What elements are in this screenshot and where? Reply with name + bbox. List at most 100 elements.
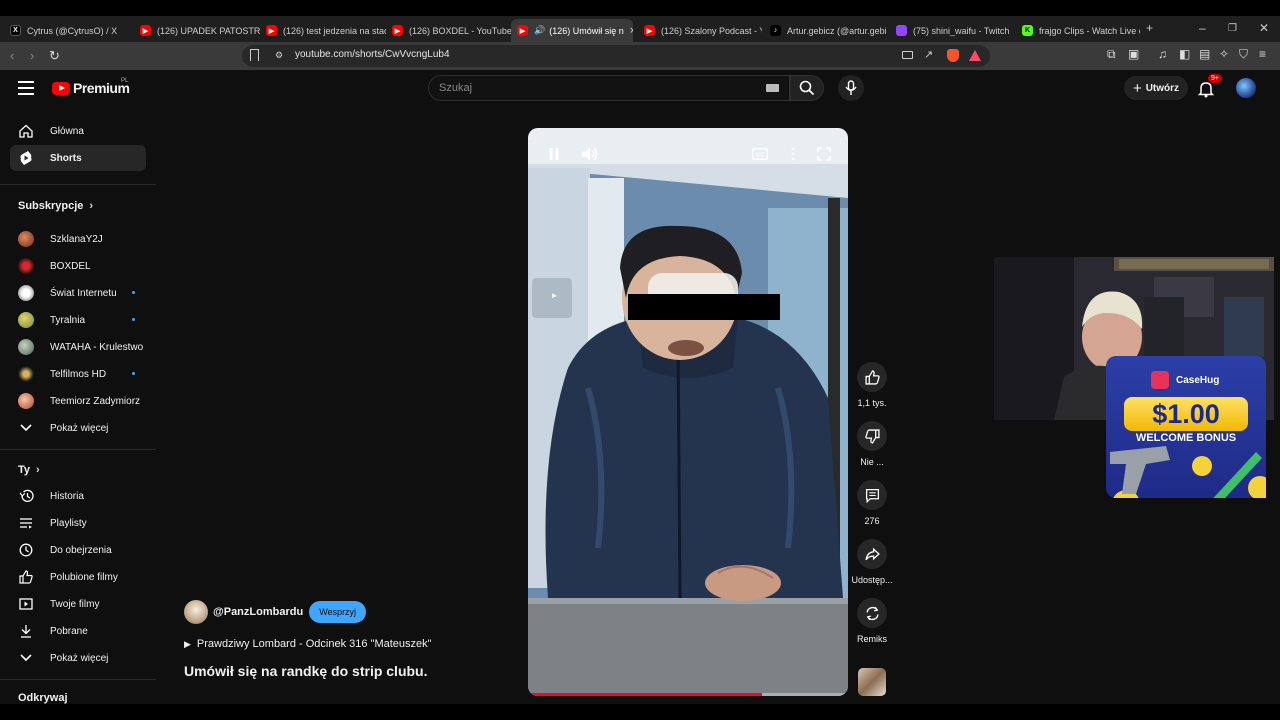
- minimize-icon[interactable]: –: [1199, 21, 1206, 35]
- screenshot-icon[interactable]: ▣: [1128, 47, 1139, 61]
- sidebar-item-playlists[interactable]: Playlisty: [10, 510, 146, 536]
- close-tab-icon[interactable]: ×: [624, 25, 633, 37]
- captions-button[interactable]: CC: [747, 141, 773, 167]
- tab-title: Cytrus (@CytrusO) / X: [27, 25, 118, 36]
- tab-kick[interactable]: K frajgo Clips - Watch Live o: [1016, 19, 1140, 42]
- create-button[interactable]: + Utwórz: [1124, 76, 1188, 100]
- volume-button[interactable]: [577, 141, 603, 167]
- site-info-icon[interactable]: ⚙: [275, 50, 283, 61]
- progress-bar[interactable]: [528, 693, 848, 696]
- youtube-icon: ▶: [266, 25, 277, 36]
- brave-rewards-icon[interactable]: [969, 50, 981, 61]
- keyboard-icon[interactable]: [766, 84, 779, 92]
- plus-icon: +: [1132, 79, 1142, 97]
- tab-tiktok[interactable]: ♪ Artur.gebicz (@artur.gebi: [764, 19, 888, 42]
- remix-label: Remiks: [856, 634, 887, 644]
- sidebar-item-show-more[interactable]: Pokaż więcej: [10, 415, 146, 441]
- dislike-button[interactable]: Nie ...: [844, 421, 900, 467]
- remix-button[interactable]: Remiks: [844, 598, 900, 644]
- support-button[interactable]: Wesprzyj: [309, 601, 367, 623]
- sidebar-icon[interactable]: ◧: [1179, 47, 1190, 61]
- share-button[interactable]: Udostęp...: [844, 539, 900, 585]
- tab-youtube-4[interactable]: ▶ (126) Szalony Podcast - Yo: [638, 19, 762, 42]
- close-window-icon[interactable]: ✕: [1259, 21, 1269, 35]
- subscriptions-header[interactable]: Subskrypcje ›: [18, 200, 93, 212]
- tab-x[interactable]: X Cytrus (@CytrusO) / X: [4, 19, 132, 42]
- sidebar-item-liked-videos[interactable]: Polubione filmy: [10, 564, 146, 590]
- wallet-icon[interactable]: ▤: [1199, 47, 1210, 61]
- remix-icon: [857, 598, 887, 628]
- sidebar-item-watch-later[interactable]: Do obejrzenia: [10, 537, 146, 563]
- new-tab-icon[interactable]: +: [1146, 21, 1153, 35]
- promo-brand-name: CaseHug: [1176, 374, 1220, 386]
- you-header[interactable]: Ty ›: [18, 464, 40, 476]
- casehug-logo-icon: [1151, 371, 1169, 389]
- forward-icon[interactable]: ›: [30, 48, 34, 63]
- youtube-logo[interactable]: Premium: [52, 80, 130, 96]
- avatar[interactable]: [1236, 78, 1256, 98]
- maximize-icon[interactable]: ❐: [1228, 23, 1237, 34]
- sidebar-item-label: Pokaż więcej: [50, 652, 109, 664]
- sidebar-item-shorts[interactable]: Shorts: [10, 145, 146, 171]
- address-bar[interactable]: ⚙ youtube.com/shorts/CwVvcngLub4 ↗: [242, 45, 990, 67]
- comments-button[interactable]: 276: [844, 480, 900, 526]
- more-options-button[interactable]: [780, 141, 806, 167]
- reload-icon[interactable]: ↻: [49, 48, 60, 64]
- url-text[interactable]: youtube.com/shorts/CwVvcngLub4: [295, 49, 450, 60]
- sidebar-item-home[interactable]: Główna: [10, 118, 146, 144]
- share-icon[interactable]: ↗: [924, 48, 933, 61]
- sidebar-item-subscription[interactable]: Świat Internetu: [10, 280, 146, 306]
- share-label: Udostęp...: [851, 575, 893, 585]
- sidebar-item-subscription[interactable]: SzklanaY2J: [10, 226, 146, 252]
- tab-youtube-3[interactable]: ▶ (126) BOXDEL - YouTube: [386, 19, 512, 42]
- browser-menu-icon[interactable]: ≡: [1259, 47, 1266, 61]
- sidebar-item-label: Główna: [50, 125, 84, 137]
- menu-icon[interactable]: [18, 81, 34, 95]
- chevron-down-icon: [18, 650, 34, 666]
- vpn-icon[interactable]: ⛉: [1239, 47, 1248, 62]
- sidebar-item-your-videos[interactable]: Twoje filmy: [10, 591, 146, 617]
- tab-youtube-1[interactable]: ▶ (126) UPADEK PATOSTREA: [134, 19, 260, 42]
- playlist-link[interactable]: ▶ Prawdziwy Lombard - Odcinek 316 "Mateu…: [184, 638, 432, 650]
- back-icon[interactable]: ‹: [10, 48, 14, 63]
- create-label: Utwórz: [1145, 82, 1180, 94]
- search-button[interactable]: [790, 75, 824, 101]
- tab-youtube-active[interactable]: ▶ 🔊 (126) Umówił się n ×: [511, 19, 633, 42]
- tab-twitch[interactable]: (75) shini_waifu - Twitch: [890, 19, 1014, 42]
- bookmark-icon[interactable]: [250, 49, 259, 61]
- tab-title: (126) Umówił się n: [549, 25, 624, 36]
- media-icon[interactable]: ♫: [1158, 47, 1167, 61]
- fullscreen-button[interactable]: [811, 141, 837, 167]
- sidebar-item-subscription[interactable]: Telfilmos HD: [10, 361, 146, 387]
- extensions-icon[interactable]: ⧉: [1107, 47, 1116, 62]
- tab-youtube-2[interactable]: ▶ (126) test jedzenia na stac: [260, 19, 386, 42]
- cast-icon[interactable]: [902, 51, 913, 59]
- sidebar-item-label: Świat Internetu: [50, 287, 117, 299]
- channel-name[interactable]: @PanzLombardu: [213, 606, 303, 618]
- sidebar-item-subscription[interactable]: BOXDEL: [10, 253, 146, 279]
- search-input[interactable]: [439, 82, 739, 94]
- sidebar-item-subscription[interactable]: WATAHA - Krulestwo: [10, 334, 146, 360]
- sidebar-item-downloads[interactable]: Pobrane: [10, 618, 146, 644]
- video-frame: [528, 128, 848, 696]
- like-button[interactable]: 1,1 tys.: [844, 362, 900, 408]
- pause-button[interactable]: [541, 141, 567, 167]
- new-content-dot: [132, 372, 135, 375]
- home-icon: [18, 123, 34, 139]
- sidebar-item-show-more[interactable]: Pokaż więcej: [10, 645, 146, 671]
- sidebar-item-history[interactable]: Historia: [10, 483, 146, 509]
- voice-search-button[interactable]: [838, 75, 864, 101]
- ai-assistant-icon[interactable]: ✧: [1219, 47, 1229, 61]
- brave-shield-icon[interactable]: [947, 49, 959, 62]
- channel-avatar[interactable]: [184, 600, 208, 624]
- sidebar-item-label: Do obejrzenia: [50, 544, 112, 556]
- search-icon: [799, 80, 815, 96]
- search-box[interactable]: [428, 75, 790, 101]
- shorts-player[interactable]: CC: [528, 128, 848, 696]
- video-title: Umówił się na randkę do strip clubu.: [184, 663, 428, 679]
- sidebar-item-subscription[interactable]: Teemiorz Zadymiorz: [10, 388, 146, 414]
- new-content-dot: [132, 291, 135, 294]
- explore-header: Odkrywaj: [18, 692, 68, 704]
- sidebar-item-subscription[interactable]: Tyralnia: [10, 307, 146, 333]
- sound-thumbnail[interactable]: [858, 668, 886, 696]
